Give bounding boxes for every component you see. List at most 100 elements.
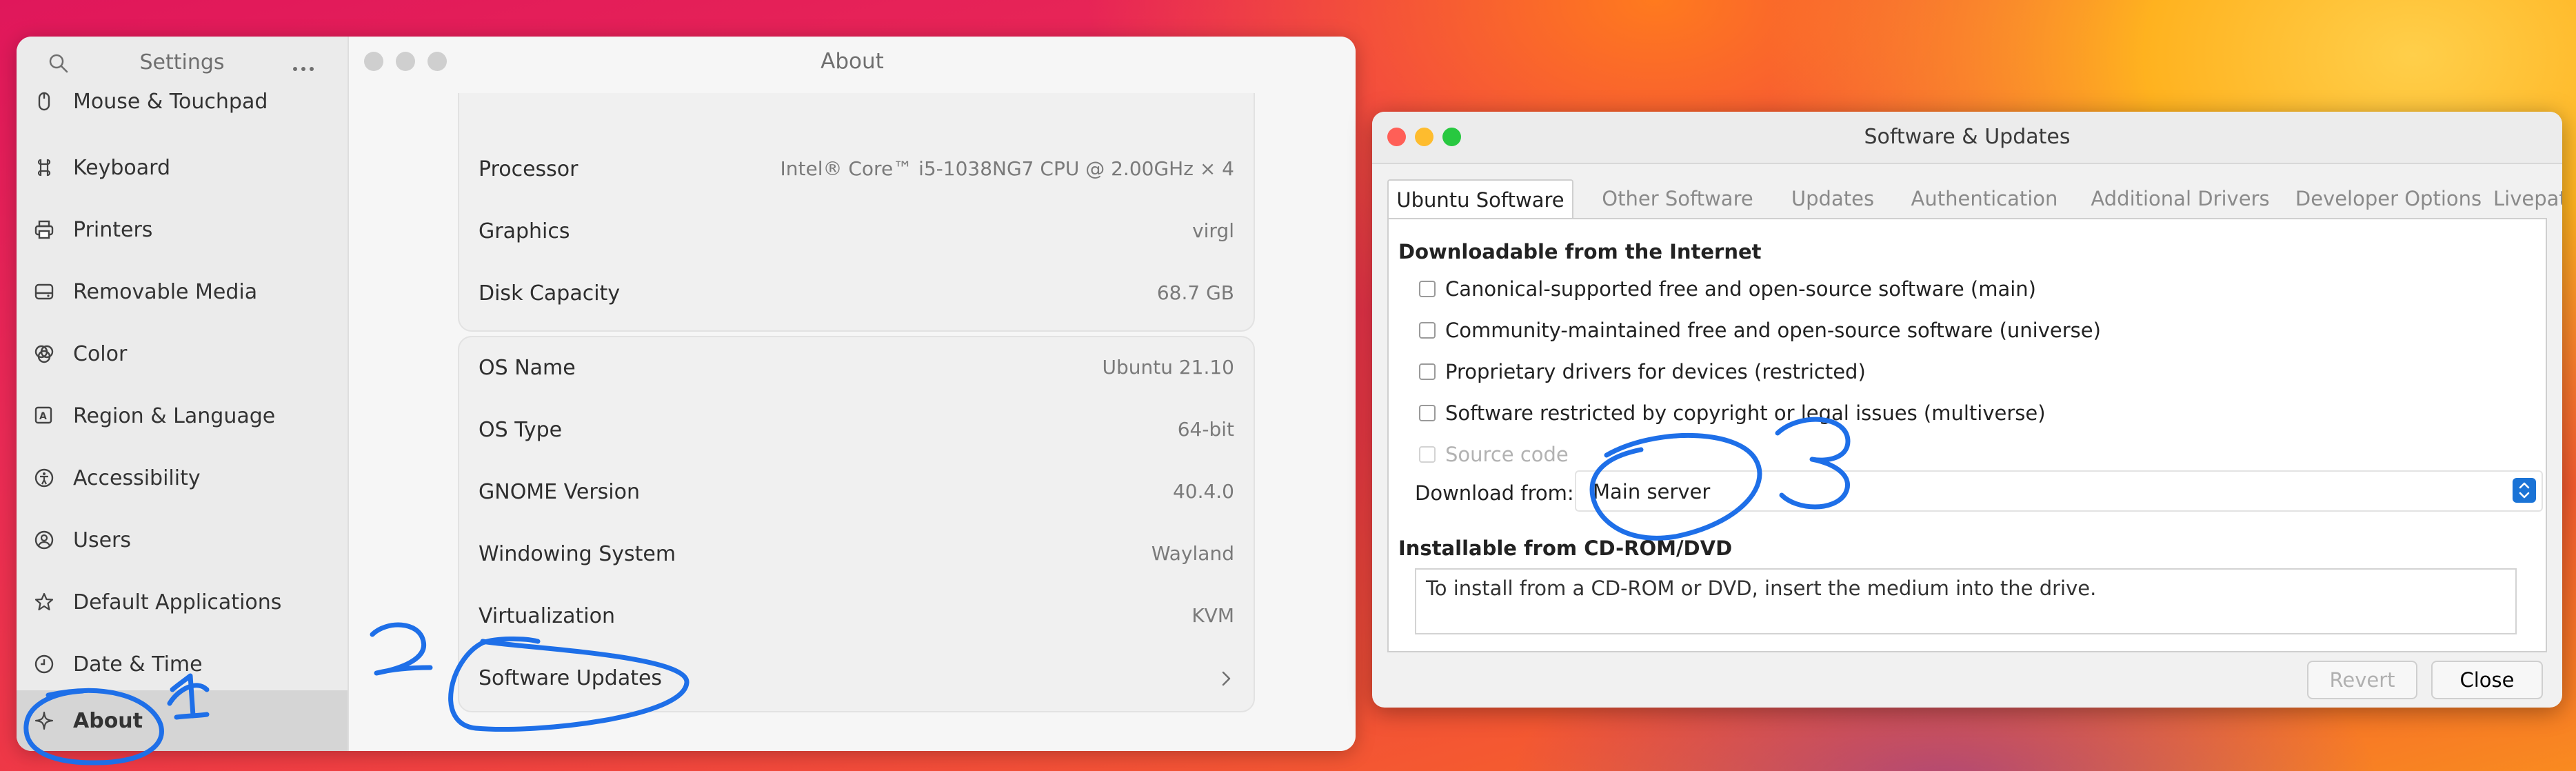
info-value: 68.7 GB (1156, 281, 1234, 304)
info-key: Disk Capacity (479, 281, 621, 306)
download-server-select[interactable]: Main server (1575, 470, 2543, 512)
mouse-icon (32, 89, 57, 114)
checkbox-box[interactable] (1419, 363, 1436, 380)
sidebar-item-about[interactable]: About (17, 690, 348, 751)
printer-icon (32, 217, 57, 242)
sidebar-item-keyboard[interactable]: Keyboard (17, 137, 348, 198)
info-key: Graphics (479, 219, 570, 243)
checkbox-label: Source code (1445, 443, 1569, 466)
keyboard-icon (32, 155, 57, 180)
info-value: 40.4.0 (1172, 480, 1234, 503)
cd-info-text: To install from a CD-ROM or DVD, insert … (1426, 577, 2097, 600)
info-value: KVM (1191, 604, 1234, 627)
sidebar-item-users[interactable]: Users (17, 510, 348, 570)
section-heading: Installable from CD-ROM/DVD (1398, 537, 1733, 560)
region-language-icon: A (32, 403, 57, 428)
sidebar-item-color[interactable]: Color (17, 323, 348, 384)
info-row-gnome-version: GNOME Version 40.4.0 (459, 461, 1254, 523)
hardware-card: Processor Intel® Core™ i5-1038NG7 CPU @ … (458, 93, 1255, 332)
info-key: OS Name (479, 356, 576, 380)
checkbox-label: Community-maintained free and open-sourc… (1445, 319, 2101, 342)
settings-window: Settings Mouse & Touchpad Keyboard Print… (17, 37, 1356, 751)
checkbox-box[interactable] (1419, 281, 1436, 297)
sidebar-item-label: Keyboard (73, 155, 171, 180)
info-row-windowing-system: Windowing System Wayland (459, 523, 1254, 585)
info-key: GNOME Version (479, 480, 640, 504)
svg-text:A: A (39, 411, 47, 422)
sidebar-item-label: Color (73, 341, 128, 366)
tab-livepatch[interactable]: Livepatch (2493, 179, 2562, 218)
info-key: Virtualization (479, 604, 615, 628)
software-updates-window: Software & Updates Ubuntu Software Other… (1372, 112, 2562, 708)
sidebar-item-label: Printers (73, 217, 153, 242)
checkbox-restricted[interactable]: Proprietary drivers for devices (restric… (1419, 360, 1866, 383)
tab-updates[interactable]: Updates (1778, 179, 1888, 218)
removable-media-icon (32, 279, 57, 304)
info-row-disk-capacity: Disk Capacity 68.7 GB (459, 263, 1254, 325)
about-panel: About Processor Intel® Core™ i5-1038NG7 … (349, 37, 1356, 751)
checkbox-source-code: Source code (1419, 443, 1569, 466)
tab-authentication[interactable]: Authentication (1893, 179, 2075, 218)
close-button[interactable]: Close (2431, 661, 2543, 699)
chevron-right-icon (1219, 670, 1233, 688)
software-updates-label: Software Updates (479, 666, 663, 690)
checkbox-multiverse[interactable]: Software restricted by copyright or lega… (1419, 401, 2046, 425)
sidebar-item-date-time[interactable]: Date & Time (17, 634, 348, 694)
revert-button[interactable]: Revert (2307, 661, 2417, 699)
sidebar-item-label: Removable Media (73, 279, 258, 304)
color-icon (32, 341, 57, 366)
tab-additional-drivers[interactable]: Additional Drivers (2077, 179, 2284, 218)
checkbox-main[interactable]: Canonical-supported free and open-source… (1419, 277, 2036, 301)
sw-titlebar: Software & Updates (1372, 112, 2562, 164)
info-key: OS Type (479, 418, 563, 442)
sidebar-item-label: Region & Language (73, 403, 276, 428)
info-value: Ubuntu 21.10 (1102, 356, 1234, 379)
sparkle-icon (32, 708, 57, 733)
tab-developer-options[interactable]: Developer Options (2285, 179, 2492, 218)
info-key: Processor (479, 157, 578, 181)
info-value: Wayland (1151, 542, 1234, 565)
sidebar-item-region-language[interactable]: A Region & Language (17, 386, 348, 446)
sidebar-item-default-applications[interactable]: Default Applications (17, 572, 348, 632)
checkbox-universe[interactable]: Community-maintained free and open-sourc… (1419, 319, 2101, 342)
tab-bar: Ubuntu Software Other Software Updates A… (1387, 179, 2562, 219)
info-row-virtualization: Virtualization KVM (459, 585, 1254, 648)
sidebar-item-removable-media[interactable]: Removable Media (17, 261, 348, 322)
sidebar-item-accessibility[interactable]: Accessibility (17, 448, 348, 508)
clock-icon (32, 652, 57, 677)
checkbox-box[interactable] (1419, 322, 1436, 339)
main-titlebar: About (349, 37, 1356, 86)
more-menu-icon[interactable] (291, 61, 316, 71)
info-row-graphics: Graphics virgl (459, 201, 1254, 263)
sidebar-item-label: Mouse & Touchpad (73, 89, 268, 114)
sidebar-item-label: About (73, 708, 143, 733)
ubuntu-software-panel: Downloadable from the Internet Canonical… (1387, 218, 2547, 652)
info-row-os-name: OS Name Ubuntu 21.10 (459, 337, 1254, 399)
checkbox-label: Software restricted by copyright or lega… (1445, 401, 2046, 425)
users-icon (32, 528, 57, 552)
sidebar-item-mouse-touchpad[interactable]: Mouse & Touchpad (17, 77, 348, 126)
section-heading: Downloadable from the Internet (1398, 240, 1762, 263)
sidebar-item-printers[interactable]: Printers (17, 199, 348, 260)
checkbox-label: Canonical-supported free and open-source… (1445, 277, 2037, 301)
page-title: About (821, 49, 884, 74)
sidebar-item-label: Users (73, 528, 132, 552)
software-updates-row[interactable]: Software Updates (459, 648, 1254, 710)
download-from-label: Download from: (1415, 481, 1574, 505)
sidebar-item-label: Accessibility (73, 465, 201, 490)
tab-ubuntu-software[interactable]: Ubuntu Software (1387, 179, 1573, 219)
checkbox-box[interactable] (1419, 405, 1436, 421)
settings-sidebar: Settings Mouse & Touchpad Keyboard Print… (17, 37, 349, 751)
sidebar-item-label: Default Applications (73, 590, 282, 614)
info-key: Windowing System (479, 542, 676, 566)
checkbox-label: Proprietary drivers for devices (restric… (1445, 360, 1866, 383)
info-row-processor: Processor Intel® Core™ i5-1038NG7 CPU @ … (459, 139, 1254, 201)
info-value: Intel® Core™ i5-1038NG7 CPU @ 2.00GHz × … (780, 157, 1234, 180)
cd-info-box: To install from a CD-ROM or DVD, insert … (1415, 568, 2517, 634)
window-title: Software & Updates (1864, 125, 2071, 149)
tab-other-software[interactable]: Other Software (1578, 179, 1778, 218)
info-value: virgl (1192, 219, 1234, 242)
spinner-arrows-icon (2513, 478, 2536, 503)
info-row-os-type: OS Type 64-bit (459, 399, 1254, 461)
sidebar-item-label: Date & Time (73, 652, 203, 677)
